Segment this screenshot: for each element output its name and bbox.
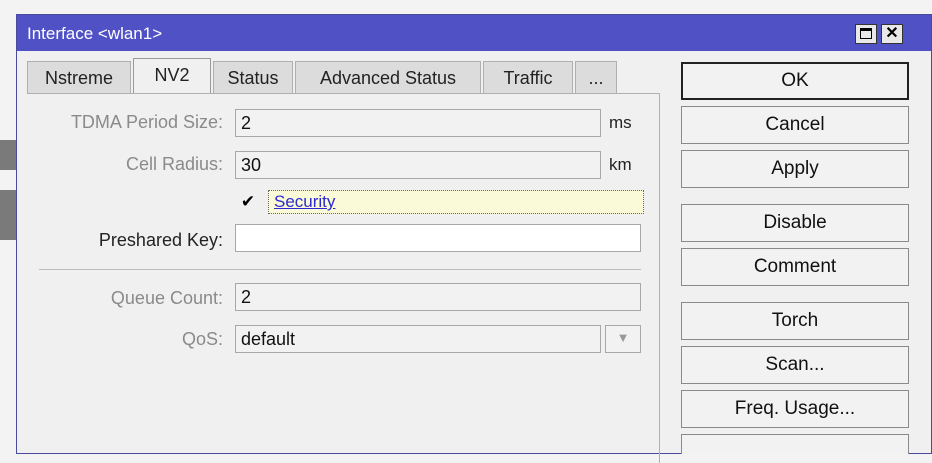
scan-button[interactable]: Scan... (681, 346, 909, 384)
preshared-key-label: Preshared Key: (98, 230, 223, 250)
security-checkbox[interactable]: ✔ (239, 193, 257, 210)
tdma-period-size-field[interactable]: 2 (235, 109, 601, 137)
title-bar[interactable]: Interface <wlan1> ✕ (17, 15, 931, 51)
interface-dialog: Interface <wlan1> ✕ Nstreme NV2 Status A… (16, 14, 932, 463)
tab-panel-border (659, 93, 660, 463)
cell-radius-label: Cell Radius: (125, 154, 223, 174)
tab-status[interactable]: Status (213, 61, 293, 93)
more-button[interactable] (681, 434, 909, 454)
tab-advanced-status[interactable]: Advanced Status (295, 61, 481, 93)
apply-button[interactable]: Apply (681, 150, 909, 188)
freq-usage-button[interactable]: Freq. Usage... (681, 390, 909, 428)
tab-panel-border (27, 93, 659, 94)
ok-button[interactable]: OK (681, 62, 909, 100)
cancel-button[interactable]: Cancel (681, 106, 909, 144)
tab-nstreme[interactable]: Nstreme (27, 61, 131, 93)
cell-radius-unit: km (609, 155, 632, 174)
disable-button[interactable]: Disable (681, 204, 909, 242)
tab-traffic[interactable]: Traffic (483, 61, 573, 93)
comment-button[interactable]: Comment (681, 248, 909, 286)
close-icon[interactable]: ✕ (881, 24, 903, 44)
tab-nv2[interactable]: NV2 (133, 58, 211, 93)
queue-count-label: Queue Count: (110, 288, 223, 308)
chevron-down-icon[interactable]: ▼ (605, 325, 641, 353)
qos-select[interactable]: default (235, 325, 601, 353)
tdma-period-size-label: TDMA Period Size: (70, 112, 223, 132)
section-divider (39, 269, 641, 270)
window-title: Interface <wlan1> (27, 24, 163, 43)
tab-more[interactable]: ... (575, 61, 617, 93)
preshared-key-field[interactable] (235, 224, 641, 252)
queue-count-field[interactable]: 2 (235, 283, 641, 311)
cell-radius-field[interactable]: 30 (235, 151, 601, 179)
torch-button[interactable]: Torch (681, 302, 909, 340)
qos-label: QoS: (181, 329, 223, 349)
maximize-icon[interactable] (855, 24, 877, 44)
security-label[interactable]: Security (274, 192, 335, 212)
security-checkbox-focus[interactable]: Security (268, 190, 644, 214)
tdma-unit: ms (609, 113, 632, 132)
